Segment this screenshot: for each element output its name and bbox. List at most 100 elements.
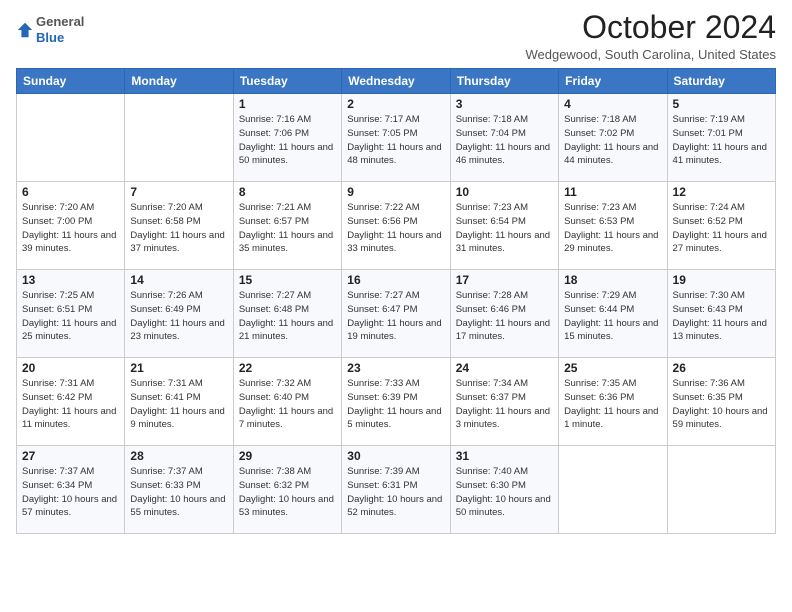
calendar-cell: 10 Sunrise: 7:23 AMSunset: 6:54 PMDayligh… xyxy=(450,182,558,270)
calendar-week-5: 27 Sunrise: 7:37 AMSunset: 6:34 PMDayligh… xyxy=(17,446,776,534)
calendar-table: SundayMondayTuesdayWednesdayThursdayFrid… xyxy=(16,68,776,534)
day-info: Sunrise: 7:25 AMSunset: 6:51 PMDaylight:… xyxy=(22,289,119,344)
day-number: 5 xyxy=(673,97,770,111)
calendar-cell: 7 Sunrise: 7:20 AMSunset: 6:58 PMDaylight… xyxy=(125,182,233,270)
day-number: 4 xyxy=(564,97,661,111)
day-number: 23 xyxy=(347,361,444,375)
day-number: 20 xyxy=(22,361,119,375)
logo-text: General Blue xyxy=(36,14,84,45)
day-info: Sunrise: 7:16 AMSunset: 7:06 PMDaylight:… xyxy=(239,113,336,168)
calendar-cell: 31Sunrise: 7:40 AMSunset: 6:30 PMDayligh… xyxy=(450,446,558,534)
day-header-sunday: Sunday xyxy=(17,69,125,94)
day-info: Sunrise: 7:33 AMSunset: 6:39 PMDaylight:… xyxy=(347,377,444,432)
day-info: Sunrise: 7:36 AMSunset: 6:35 PMDaylight:… xyxy=(673,377,770,432)
title-block: October 2024 Wedgewood, South Carolina, … xyxy=(525,10,776,62)
day-info: Sunrise: 7:39 AMSunset: 6:31 PMDaylight:… xyxy=(347,465,444,520)
calendar-cell: 21Sunrise: 7:31 AMSunset: 6:41 PMDayligh… xyxy=(125,358,233,446)
day-number: 30 xyxy=(347,449,444,463)
day-info: Sunrise: 7:22 AMSunset: 6:56 PMDaylight:… xyxy=(347,201,444,256)
calendar-header-row: SundayMondayTuesdayWednesdayThursdayFrid… xyxy=(17,69,776,94)
calendar-cell: 14Sunrise: 7:26 AMSunset: 6:49 PMDayligh… xyxy=(125,270,233,358)
day-info: Sunrise: 7:28 AMSunset: 6:46 PMDaylight:… xyxy=(456,289,553,344)
calendar-cell: 15 Sunrise: 7:27 AMSunset: 6:48 PMDayligh… xyxy=(233,270,341,358)
day-number: 15 xyxy=(239,273,336,287)
day-info: Sunrise: 7:23 AMSunset: 6:53 PMDaylight:… xyxy=(564,201,661,256)
calendar-cell: 9 Sunrise: 7:22 AMSunset: 6:56 PMDaylight… xyxy=(342,182,450,270)
day-info: Sunrise: 7:29 AMSunset: 6:44 PMDaylight:… xyxy=(564,289,661,344)
calendar-cell: 29 Sunrise: 7:38 AMSunset: 6:32 PMDayligh… xyxy=(233,446,341,534)
day-number: 27 xyxy=(22,449,119,463)
day-info: Sunrise: 7:27 AMSunset: 6:48 PMDaylight:… xyxy=(239,289,336,344)
day-number: 19 xyxy=(673,273,770,287)
day-number: 8 xyxy=(239,185,336,199)
day-number: 24 xyxy=(456,361,553,375)
day-number: 2 xyxy=(347,97,444,111)
day-number: 29 xyxy=(239,449,336,463)
day-number: 17 xyxy=(456,273,553,287)
day-number: 16 xyxy=(347,273,444,287)
calendar-cell xyxy=(667,446,775,534)
day-header-wednesday: Wednesday xyxy=(342,69,450,94)
day-info: Sunrise: 7:26 AMSunset: 6:49 PMDaylight:… xyxy=(130,289,227,344)
logo-icon xyxy=(16,21,34,39)
day-number: 21 xyxy=(130,361,227,375)
day-info: Sunrise: 7:21 AMSunset: 6:57 PMDaylight:… xyxy=(239,201,336,256)
calendar-cell xyxy=(559,446,667,534)
header: General Blue October 2024 Wedgewood, Sou… xyxy=(16,10,776,62)
day-info: Sunrise: 7:35 AMSunset: 6:36 PMDaylight:… xyxy=(564,377,661,432)
calendar-cell: 2 Sunrise: 7:17 AMSunset: 7:05 PMDaylight… xyxy=(342,94,450,182)
day-number: 18 xyxy=(564,273,661,287)
calendar-cell: 11 Sunrise: 7:23 AMSunset: 6:53 PMDayligh… xyxy=(559,182,667,270)
day-header-friday: Friday xyxy=(559,69,667,94)
day-info: Sunrise: 7:34 AMSunset: 6:37 PMDaylight:… xyxy=(456,377,553,432)
calendar-cell: 30 Sunrise: 7:39 AMSunset: 6:31 PMDayligh… xyxy=(342,446,450,534)
calendar-cell: 27 Sunrise: 7:37 AMSunset: 6:34 PMDayligh… xyxy=(17,446,125,534)
logo-blue: Blue xyxy=(36,30,64,45)
day-info: Sunrise: 7:27 AMSunset: 6:47 PMDaylight:… xyxy=(347,289,444,344)
day-info: Sunrise: 7:17 AMSunset: 7:05 PMDaylight:… xyxy=(347,113,444,168)
calendar-cell: 12Sunrise: 7:24 AMSunset: 6:52 PMDayligh… xyxy=(667,182,775,270)
calendar-cell: 17 Sunrise: 7:28 AMSunset: 6:46 PMDayligh… xyxy=(450,270,558,358)
day-number: 12 xyxy=(673,185,770,199)
day-info: Sunrise: 7:31 AMSunset: 6:42 PMDaylight:… xyxy=(22,377,119,432)
day-number: 7 xyxy=(130,185,227,199)
day-info: Sunrise: 7:20 AMSunset: 6:58 PMDaylight:… xyxy=(130,201,227,256)
calendar-cell: 25Sunrise: 7:35 AMSunset: 6:36 PMDayligh… xyxy=(559,358,667,446)
day-header-saturday: Saturday xyxy=(667,69,775,94)
calendar-cell: 13 Sunrise: 7:25 AMSunset: 6:51 PMDayligh… xyxy=(17,270,125,358)
day-info: Sunrise: 7:37 AMSunset: 6:33 PMDaylight:… xyxy=(130,465,227,520)
day-info: Sunrise: 7:18 AMSunset: 7:02 PMDaylight:… xyxy=(564,113,661,168)
day-header-monday: Monday xyxy=(125,69,233,94)
calendar-cell: 28Sunrise: 7:37 AMSunset: 6:33 PMDayligh… xyxy=(125,446,233,534)
day-number: 13 xyxy=(22,273,119,287)
day-number: 9 xyxy=(347,185,444,199)
day-info: Sunrise: 7:30 AMSunset: 6:43 PMDaylight:… xyxy=(673,289,770,344)
location: Wedgewood, South Carolina, United States xyxy=(525,47,776,62)
calendar-cell: 23 Sunrise: 7:33 AMSunset: 6:39 PMDayligh… xyxy=(342,358,450,446)
calendar-week-4: 20 Sunrise: 7:31 AMSunset: 6:42 PMDayligh… xyxy=(17,358,776,446)
day-info: Sunrise: 7:38 AMSunset: 6:32 PMDaylight:… xyxy=(239,465,336,520)
day-number: 22 xyxy=(239,361,336,375)
page: General Blue October 2024 Wedgewood, Sou… xyxy=(0,0,792,612)
day-number: 6 xyxy=(22,185,119,199)
month-title: October 2024 xyxy=(525,10,776,45)
day-number: 11 xyxy=(564,185,661,199)
day-info: Sunrise: 7:20 AMSunset: 7:00 PMDaylight:… xyxy=(22,201,119,256)
calendar-cell: 20 Sunrise: 7:31 AMSunset: 6:42 PMDayligh… xyxy=(17,358,125,446)
calendar-cell xyxy=(125,94,233,182)
day-info: Sunrise: 7:37 AMSunset: 6:34 PMDaylight:… xyxy=(22,465,119,520)
day-info: Sunrise: 7:18 AMSunset: 7:04 PMDaylight:… xyxy=(456,113,553,168)
calendar-cell: 16 Sunrise: 7:27 AMSunset: 6:47 PMDayligh… xyxy=(342,270,450,358)
calendar-cell: 5Sunrise: 7:19 AMSunset: 7:01 PMDaylight… xyxy=(667,94,775,182)
calendar-cell xyxy=(17,94,125,182)
calendar-cell: 6 Sunrise: 7:20 AMSunset: 7:00 PMDaylight… xyxy=(17,182,125,270)
day-number: 10 xyxy=(456,185,553,199)
calendar-cell: 22Sunrise: 7:32 AMSunset: 6:40 PMDayligh… xyxy=(233,358,341,446)
calendar-week-1: 1Sunrise: 7:16 AMSunset: 7:06 PMDaylight… xyxy=(17,94,776,182)
logo-general: General xyxy=(36,14,84,29)
day-header-tuesday: Tuesday xyxy=(233,69,341,94)
logo: General Blue xyxy=(16,14,84,45)
day-info: Sunrise: 7:23 AMSunset: 6:54 PMDaylight:… xyxy=(456,201,553,256)
calendar-week-3: 13 Sunrise: 7:25 AMSunset: 6:51 PMDayligh… xyxy=(17,270,776,358)
calendar-cell: 26Sunrise: 7:36 AMSunset: 6:35 PMDayligh… xyxy=(667,358,775,446)
